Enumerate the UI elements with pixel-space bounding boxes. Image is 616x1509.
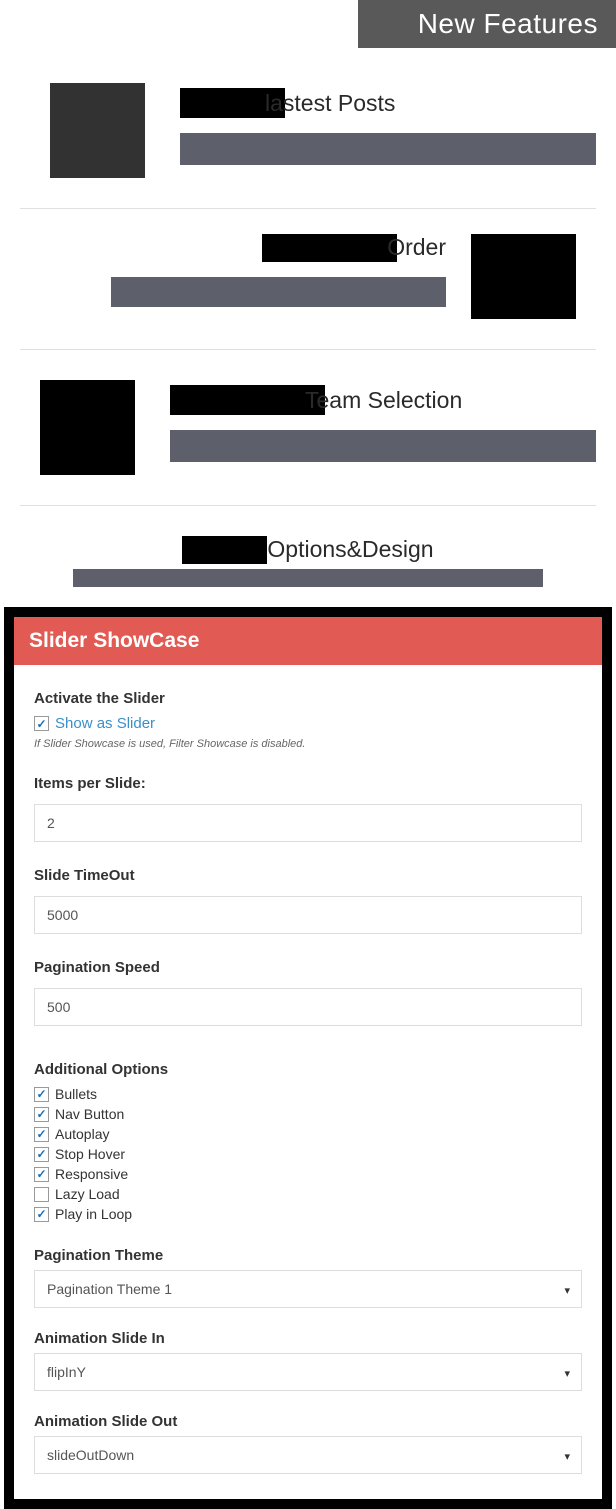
items-per-slide-group: Items per Slide: [34,775,582,842]
animation-out-group: Animation Slide Out slideOutDown [34,1413,582,1474]
items-per-slide-input[interactable] [34,804,582,842]
animation-out-select[interactable]: slideOutDown [34,1436,582,1474]
feature-image-placeholder [40,380,135,475]
option-label: Lazy Load [55,1186,120,1202]
feature-title: Options&Design [267,536,433,564]
show-as-slider-checkbox[interactable] [34,716,49,731]
option-label: Autoplay [55,1126,109,1142]
pagination-speed-group: Pagination Speed [34,959,582,1026]
slide-timeout-label: Slide TimeOut [34,867,582,884]
option-row: Bullets [34,1086,582,1102]
feature-title: lastest Posts [265,90,395,117]
feature-options-design: Options&Design [20,506,596,587]
option-checkbox[interactable] [34,1207,49,1222]
option-label: Stop Hover [55,1146,125,1162]
slider-showcase-panel: Slider ShowCase Activate the Slider Show… [4,607,612,1509]
option-checkbox[interactable] [34,1107,49,1122]
activate-slider-group: Activate the Slider Show as Slider If Sl… [34,690,582,750]
option-checkbox[interactable] [34,1087,49,1102]
helper-text: If Slider Showcase is used, Filter Showc… [34,738,582,750]
option-label: Bullets [55,1086,97,1102]
option-label: Nav Button [55,1106,124,1122]
option-row: Lazy Load [34,1186,582,1202]
feature-title: Order [387,234,446,262]
feature-image-placeholder [50,83,145,178]
feature-description-placeholder [170,430,596,462]
option-checkbox[interactable] [34,1147,49,1162]
animation-in-group: Animation Slide In flipInY [34,1330,582,1391]
pagination-speed-label: Pagination Speed [34,959,582,976]
animation-in-label: Animation Slide In [34,1330,582,1347]
option-row: Stop Hover [34,1146,582,1162]
activate-label: Activate the Slider [34,690,582,707]
title-redaction [262,234,397,262]
items-per-slide-label: Items per Slide: [34,775,582,792]
features-list: lastest Posts Order Team Selection [0,48,616,597]
pagination-theme-select[interactable]: Pagination Theme 1 [34,1270,582,1308]
option-checkbox[interactable] [34,1127,49,1142]
title-redaction [182,536,267,564]
pagination-theme-label: Pagination Theme [34,1247,582,1264]
panel-title: Slider ShowCase [14,617,602,665]
additional-options-group: Additional Options Bullets Nav Button Auto… [34,1061,582,1222]
pagination-speed-input[interactable] [34,988,582,1026]
option-row: Autoplay [34,1126,582,1142]
feature-description-placeholder [180,133,596,165]
feature-order: Order [20,209,596,350]
option-label: Play in Loop [55,1206,132,1222]
feature-team-selection: Team Selection [20,350,596,506]
feature-title: Team Selection [305,387,462,414]
pagination-theme-group: Pagination Theme Pagination Theme 1 [34,1247,582,1308]
option-checkbox[interactable] [34,1187,49,1202]
option-label: Responsive [55,1166,128,1182]
option-row: Play in Loop [34,1206,582,1222]
animation-in-select[interactable]: flipInY [34,1353,582,1391]
animation-out-label: Animation Slide Out [34,1413,582,1430]
checkbox-label: Show as Slider [55,715,155,732]
title-redaction [170,385,325,415]
slide-timeout-input[interactable] [34,896,582,934]
feature-description-placeholder [111,277,446,307]
feature-lastest-posts: lastest Posts [20,68,596,209]
option-row: Responsive [34,1166,582,1182]
slide-timeout-group: Slide TimeOut [34,867,582,934]
feature-description-placeholder [73,569,543,587]
feature-image-placeholder [471,234,576,319]
new-features-banner: New Features [358,0,616,48]
additional-options-label: Additional Options [34,1061,582,1078]
option-row: Nav Button [34,1106,582,1122]
option-checkbox[interactable] [34,1167,49,1182]
